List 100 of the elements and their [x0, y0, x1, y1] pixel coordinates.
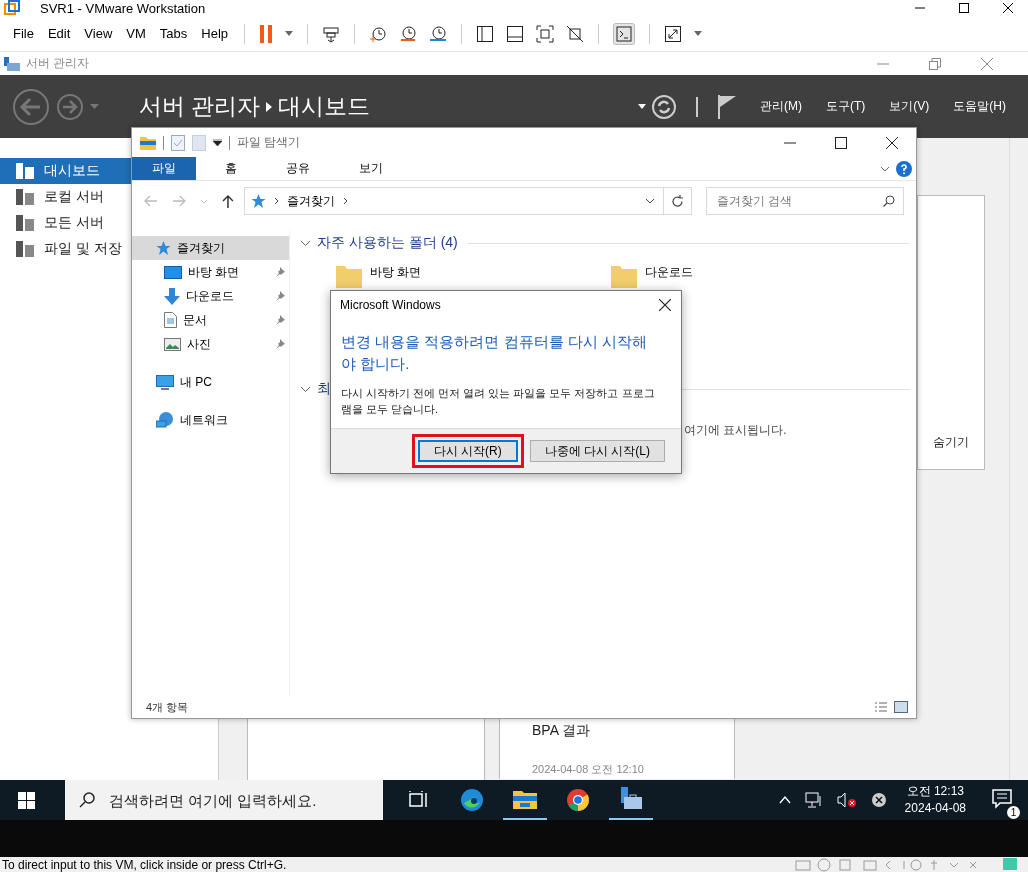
nav-icon: [16, 215, 34, 231]
search-field[interactable]: 즐겨찾기 검색: [705, 187, 904, 215]
menu-item[interactable]: Help: [201, 26, 229, 42]
tree-item[interactable]: 다운로드: [132, 284, 289, 308]
monitor-icon: [156, 374, 174, 390]
tree-item[interactable]: 즐겨찾기: [132, 236, 289, 260]
send-keys-icon[interactable]: [322, 24, 341, 43]
vmware-logo-icon: [4, 0, 20, 17]
muted-speaker-icon[interactable]: [836, 792, 857, 808]
up-icon[interactable]: [221, 194, 234, 208]
nav-item[interactable]: 로컬 서버: [0, 184, 131, 210]
picture-icon: [164, 337, 181, 351]
section-heading[interactable]: 자주 사용하는 폴더 (4): [317, 234, 458, 252]
header-menu-item[interactable]: 보기(V): [889, 98, 930, 115]
menu-item[interactable]: View: [84, 26, 113, 42]
ribbon-tab[interactable]: 파일: [132, 157, 196, 180]
tree-item[interactable]: 문서: [132, 308, 289, 332]
message-icon[interactable]: [1002, 856, 1018, 872]
scrollbar[interactable]: [1009, 138, 1028, 780]
menu-item[interactable]: Tabs: [159, 26, 188, 42]
caret-icon[interactable]: [638, 104, 646, 109]
refresh-icon: [670, 194, 684, 208]
section-heading[interactable]: 최: [317, 380, 331, 398]
tree-item[interactable]: 내 PC: [132, 370, 289, 394]
app-title: 서버 관리자: [26, 55, 90, 72]
revert-clock-icon[interactable]: [399, 24, 418, 43]
refresh-button[interactable]: [663, 187, 692, 215]
task-view-icon: [409, 791, 429, 809]
address-bar[interactable]: 즐겨찾기: [243, 187, 664, 215]
tree-item[interactable]: 네트워크: [132, 408, 289, 432]
chevron-down-icon[interactable]: [300, 239, 311, 247]
console-icon[interactable]: [613, 22, 636, 45]
chevron-down-icon[interactable]: [880, 165, 890, 172]
dialog-button[interactable]: 다시 시작(R): [417, 440, 518, 462]
ribbon-tab[interactable]: 보기: [339, 157, 403, 180]
empty-note: 여기에 표시됩니다.: [684, 422, 788, 439]
nav-icon: [16, 241, 34, 257]
error-icon[interactable]: [870, 792, 887, 808]
ribbon-tab[interactable]: 공유: [266, 157, 330, 180]
folder-icon: [611, 264, 638, 288]
maximize-icon[interactable]: [958, 2, 970, 15]
snapshot-manager-icon[interactable]: [429, 24, 448, 43]
flag-icon[interactable]: [718, 94, 736, 119]
tree-item[interactable]: 사진: [132, 332, 289, 356]
refresh-icon[interactable]: [652, 94, 676, 119]
start-icon[interactable]: [18, 791, 35, 809]
explorer-title: 파일 탐색기: [237, 134, 301, 151]
taskbar-search-field[interactable]: 검색하려면 여기에 입력하세요.: [65, 780, 383, 820]
notification-icon[interactable]: [992, 788, 1014, 809]
snapshot-clock-icon[interactable]: [369, 24, 388, 43]
server-manager-icon: [4, 56, 20, 71]
menu-item[interactable]: VM: [126, 26, 146, 42]
close-icon[interactable]: [659, 299, 671, 311]
notification-badge: 1: [1007, 805, 1020, 819]
search-icon: [883, 195, 895, 207]
close-icon[interactable]: [886, 136, 898, 149]
network-icon[interactable]: [804, 792, 823, 808]
nav-item[interactable]: 대시보드: [0, 158, 131, 184]
edge-browser-icon: [460, 788, 484, 812]
dialog-title: Microsoft Windows: [340, 298, 441, 312]
header-menu-item[interactable]: 도움말(H): [953, 98, 1006, 115]
dialog-message: 다시 시작하기 전에 먼저 열려 있는 파일을 모두 저장하고 프로그램을 모두 닫습니다.: [341, 386, 656, 417]
tree-item[interactable]: 바탕 화면: [132, 260, 289, 284]
restore-icon[interactable]: [929, 57, 941, 70]
caret-icon[interactable]: [213, 139, 222, 146]
hide-link[interactable]: 숨기기: [933, 434, 969, 451]
no-stretch-icon[interactable]: [566, 24, 585, 43]
large-icons-view-icon[interactable]: [894, 701, 908, 713]
menu-item[interactable]: File: [13, 26, 34, 42]
taskbar-search-input[interactable]: 검색하려면 여기에 입력하세요.: [107, 790, 381, 810]
chevron-down-icon[interactable]: [300, 385, 311, 393]
header-menu-item[interactable]: 관리(M): [760, 98, 802, 115]
document-icon: [164, 312, 177, 328]
menu-item[interactable]: Edit: [47, 26, 71, 42]
sidebar-layout-icon[interactable]: [476, 24, 495, 43]
chevron-down-icon[interactable]: [644, 198, 655, 204]
chevron-icon: [266, 101, 273, 112]
header-menu-item[interactable]: 도구(T): [826, 98, 866, 115]
nav-icon: [16, 189, 34, 205]
folder-name[interactable]: 바탕 화면: [370, 264, 422, 281]
search-icon: [79, 792, 95, 808]
clock[interactable]: 오전 12:13 2024-04-08: [904, 783, 966, 817]
fullscreen-icon[interactable]: [664, 24, 683, 43]
maximize-icon[interactable]: [835, 136, 847, 149]
nav-item[interactable]: 파일 및 저장: [0, 236, 131, 262]
item-count: 4개 항목: [146, 699, 189, 715]
pause-icon[interactable]: [259, 24, 274, 43]
server-toolbox-icon: [619, 787, 643, 811]
dialog-heading: 변경 내용을 적용하려면 컴퓨터를 다시 시작해야 합니다.: [341, 332, 648, 374]
dialog-button[interactable]: 나중에 다시 시작(L): [529, 440, 665, 462]
close-icon[interactable]: [1002, 2, 1014, 15]
nav-item[interactable]: 모든 서버: [0, 210, 131, 236]
breadcrumb-root[interactable]: 서버 관리자: [139, 91, 261, 122]
bottom-panel-icon[interactable]: [506, 24, 525, 43]
chevron-up-icon[interactable]: [778, 796, 791, 804]
desktop-icon: [164, 265, 182, 279]
folder-name[interactable]: 다운로드: [645, 264, 694, 281]
ribbon-tab[interactable]: 홈: [205, 157, 257, 180]
help-icon[interactable]: [896, 160, 912, 177]
fit-screen-icon[interactable]: [536, 24, 555, 43]
